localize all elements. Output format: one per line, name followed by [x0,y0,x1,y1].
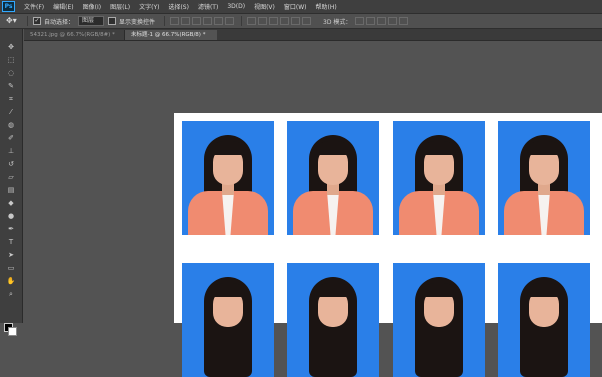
menu-image[interactable]: 图像(I) [83,2,101,11]
clone-stamp-tool-icon[interactable]: ⊥ [6,147,16,156]
align-top-icon[interactable] [170,17,180,25]
bangs [422,283,456,297]
bangs [316,141,350,155]
tab-54321-jpg[interactable]: 54321.jpg @ 66.7%(RGB/8#) * [24,30,125,40]
distribute-right-icon[interactable] [302,17,312,25]
menu-3d[interactable]: 3D(D) [227,3,245,10]
scale-3d-icon[interactable] [399,17,409,25]
id-photo [182,263,274,377]
background-color-swatch[interactable] [8,327,17,336]
slide-3d-icon[interactable] [388,17,398,25]
distribute-left-icon[interactable] [280,17,290,25]
menu-type[interactable]: 文字(Y) [139,2,159,11]
options-bar: ✥▾ ✓ 自动选择： 图层 显示变换控件 3D 模式： [0,14,602,29]
document-tab-bar: 54321.jpg @ 66.7%(RGB/8#) * 未标题-1 @ 66.7… [24,29,602,41]
healing-brush-tool-icon[interactable]: ◍ [6,121,16,130]
id-photo [498,263,590,377]
menu-select[interactable]: 选择(S) [168,2,189,11]
bangs [211,283,245,297]
marquee-tool-icon[interactable]: ⬚ [6,56,16,65]
separator [241,16,243,26]
menu-layer[interactable]: 图层(L) [110,2,130,11]
menu-help[interactable]: 帮助(H) [316,2,337,11]
bangs [211,141,245,155]
distribute-bottom-icon[interactable] [269,17,279,25]
show-transform-checkbox[interactable] [108,17,117,25]
align-vcenter-icon[interactable] [181,17,191,25]
lasso-tool-icon[interactable]: ◌ [6,69,16,78]
separator [27,16,28,26]
separator [164,16,166,26]
show-transform-label: 显示变换控件 [119,18,156,26]
crop-tool-icon[interactable]: ⌗ [6,95,16,104]
gradient-tool-icon[interactable]: ▤ [6,186,16,195]
move-tool-icon[interactable]: ✥ [6,43,16,52]
zoom-tool-icon[interactable]: ⌕ [6,290,16,299]
shape-tool-icon[interactable]: ▭ [6,264,16,273]
align-left-icon[interactable] [203,17,213,25]
document-paper[interactable] [174,113,602,377]
align-bottom-icon[interactable] [192,17,202,25]
history-brush-tool-icon[interactable]: ↺ [6,160,16,169]
distribute-vcenter-icon[interactable] [258,17,268,25]
menu-bar: Ps 文件(F) 编辑(E) 图像(I) 图层(L) 文字(Y) 选择(S) 滤… [0,0,602,14]
distribute-top-icon[interactable] [247,17,257,25]
path-select-tool-icon[interactable]: ➤ [6,251,16,260]
id-photo [287,263,379,377]
distribute-hcenter-icon[interactable] [291,17,301,25]
eraser-tool-icon[interactable]: ▱ [6,173,16,182]
align-right-icon[interactable] [225,17,235,25]
menu-filter[interactable]: 滤镜(T) [198,2,218,11]
menu-file[interactable]: 文件(F) [24,2,44,11]
bangs [316,283,350,297]
bangs [527,141,561,155]
menu-window[interactable]: 窗口(W) [284,2,307,11]
blur-tool-icon[interactable]: ◆ [6,199,16,208]
id-photo [182,121,274,235]
roll-3d-icon[interactable] [366,17,376,25]
rotate-3d-icon[interactable] [355,17,365,25]
id-photo [393,263,485,377]
quick-select-tool-icon[interactable]: ✎ [6,82,16,91]
menu-view[interactable]: 视图(V) [254,2,275,11]
auto-select-target-dropdown[interactable]: 图层 [78,16,105,26]
photoshop-logo: Ps [2,1,15,12]
move-arrow-icon[interactable]: ✥▾ [6,16,22,26]
dodge-tool-icon[interactable]: ● [6,212,16,221]
mode-3d-label: 3D 模式： [323,18,352,26]
bangs [422,141,456,155]
hand-tool-icon[interactable]: ✋ [6,277,16,286]
id-photo [498,121,590,235]
align-hcenter-icon[interactable] [214,17,224,25]
drag-3d-icon[interactable] [377,17,387,25]
tab-untitled-1[interactable]: 未标题-1 @ 66.7%(RGB/8) * [125,30,217,40]
type-tool-icon[interactable]: T [6,238,16,247]
menu-edit[interactable]: 编辑(E) [53,2,73,11]
id-photo [393,121,485,235]
auto-select-checkbox[interactable]: ✓ [33,17,41,25]
eyedropper-tool-icon[interactable]: ⁄ [6,108,16,117]
id-photo [287,121,379,235]
bangs [527,283,561,297]
pen-tool-icon[interactable]: ✒ [6,225,16,234]
brush-tool-icon[interactable]: ✐ [6,134,16,143]
auto-select-label: 自动选择： [44,18,75,26]
toolbox: ✥ ⬚ ◌ ✎ ⌗ ⁄ ◍ ✐ ⊥ ↺ ▱ ▤ ◆ ● ✒ T ➤ ▭ ✋ ⌕ [0,29,23,336]
